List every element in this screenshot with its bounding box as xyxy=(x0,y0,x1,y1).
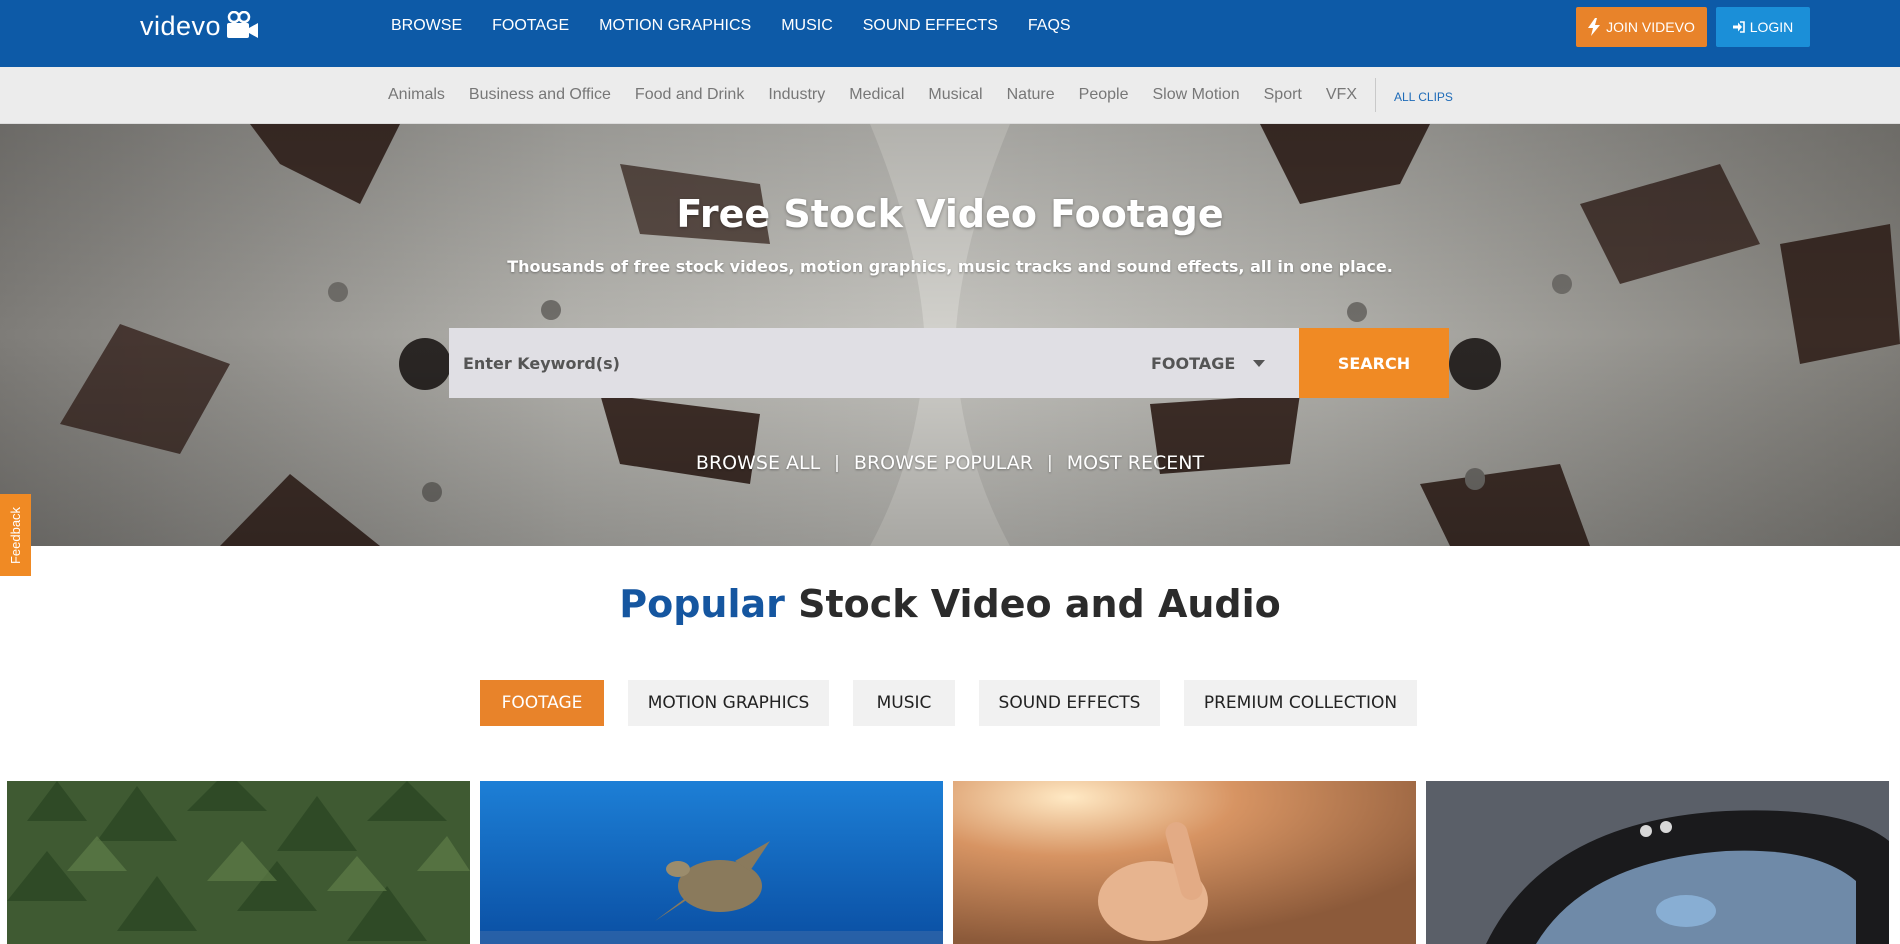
baby-hand-thumbnail-image xyxy=(953,781,1416,944)
category-divider xyxy=(1375,78,1376,112)
hero-subtitle: Thousands of free stock videos, motion g… xyxy=(507,257,1393,276)
search-bar: FOOTAGE SEARCH xyxy=(449,328,1449,398)
all-clips-link[interactable]: ALL CLIPS xyxy=(1394,87,1453,104)
lightning-bolt-icon xyxy=(1588,18,1601,36)
category-food-and-drink[interactable]: Food and Drink xyxy=(635,86,744,104)
category-animals[interactable]: Animals xyxy=(388,86,445,104)
logo-text: videvo xyxy=(140,10,222,41)
link-separator: | xyxy=(1047,453,1053,473)
category-list: Animals Business and Office Food and Dri… xyxy=(388,67,1453,123)
nav-footage[interactable]: FOOTAGE xyxy=(492,17,569,35)
category-bar: Animals Business and Office Food and Dri… xyxy=(0,67,1900,124)
nav-music[interactable]: MUSIC xyxy=(781,17,833,35)
nav-faqs[interactable]: FAQS xyxy=(1028,17,1071,35)
popular-title-accent: Popular xyxy=(619,582,785,626)
search-button[interactable]: SEARCH xyxy=(1299,328,1449,398)
nav-motion-graphics[interactable]: MOTION GRAPHICS xyxy=(599,17,751,35)
category-business-and-office[interactable]: Business and Office xyxy=(469,86,611,104)
forest-thumbnail-image xyxy=(7,781,470,944)
tab-motion-graphics[interactable]: MOTION GRAPHICS xyxy=(628,680,829,726)
join-label: JOIN VIDEVO xyxy=(1606,19,1695,35)
login-button[interactable]: LOGIN xyxy=(1716,7,1810,47)
link-separator: | xyxy=(834,453,840,473)
video-thumbnail-glasses[interactable] xyxy=(1426,781,1889,944)
movie-camera-icon xyxy=(227,11,259,38)
sign-in-icon xyxy=(1732,21,1745,33)
tab-music[interactable]: MUSIC xyxy=(853,680,955,726)
join-videvo-button[interactable]: JOIN VIDEVO xyxy=(1576,7,1707,47)
main-nav: BROWSE FOOTAGE MOTION GRAPHICS MUSIC SOU… xyxy=(391,17,1101,35)
feedback-tab[interactable]: Feedback xyxy=(0,494,31,576)
category-sport[interactable]: Sport xyxy=(1264,86,1302,104)
hero-quick-links: BROWSE ALL | BROWSE POPULAR | MOST RECEN… xyxy=(0,452,1900,474)
category-vfx[interactable]: VFX xyxy=(1326,86,1357,104)
video-thumbnail-forest[interactable] xyxy=(7,781,470,944)
nav-browse[interactable]: BROWSE xyxy=(391,17,462,35)
search-type-dropdown[interactable]: FOOTAGE xyxy=(1151,328,1266,398)
category-nature[interactable]: Nature xyxy=(1007,86,1055,104)
nav-sound-effects[interactable]: SOUND EFFECTS xyxy=(863,17,998,35)
popular-section-title: Popular Stock Video and Audio xyxy=(0,582,1900,626)
caret-down-icon xyxy=(1253,359,1266,367)
video-thumbnail-grid xyxy=(7,781,1893,944)
hero-banner: Free Stock Video Footage Thousands of fr… xyxy=(0,124,1900,546)
most-recent-link[interactable]: MOST RECENT xyxy=(1067,452,1204,474)
browse-all-link[interactable]: BROWSE ALL xyxy=(696,452,820,474)
category-people[interactable]: People xyxy=(1079,86,1129,104)
tab-footage[interactable]: FOOTAGE xyxy=(480,680,604,726)
popular-tabs: FOOTAGE MOTION GRAPHICS MUSIC SOUND EFFE… xyxy=(480,680,1417,726)
login-label: LOGIN xyxy=(1749,19,1794,35)
browse-popular-link[interactable]: BROWSE POPULAR xyxy=(854,452,1033,474)
videvo-logo[interactable]: videvo xyxy=(140,8,259,44)
video-thumbnail-baby-hand[interactable] xyxy=(953,781,1416,944)
video-thumbnail-sea-turtle[interactable] xyxy=(480,781,943,944)
popular-title-rest: Stock Video and Audio xyxy=(798,582,1281,626)
glasses-thumbnail-image xyxy=(1426,781,1889,944)
category-musical[interactable]: Musical xyxy=(928,86,982,104)
category-industry[interactable]: Industry xyxy=(768,86,825,104)
tab-premium-collection[interactable]: PREMIUM COLLECTION xyxy=(1184,680,1417,726)
category-medical[interactable]: Medical xyxy=(849,86,904,104)
tab-sound-effects[interactable]: SOUND EFFECTS xyxy=(979,680,1160,726)
search-type-value: FOOTAGE xyxy=(1151,353,1236,373)
top-navigation-bar: videvo BROWSE FOOTAGE MOTION GRAPHICS MU… xyxy=(0,0,1900,67)
hero-title: Free Stock Video Footage xyxy=(676,192,1224,236)
feedback-label: Feedback xyxy=(8,506,23,564)
category-slow-motion[interactable]: Slow Motion xyxy=(1152,86,1239,104)
sea-turtle-thumbnail-image xyxy=(480,781,943,944)
